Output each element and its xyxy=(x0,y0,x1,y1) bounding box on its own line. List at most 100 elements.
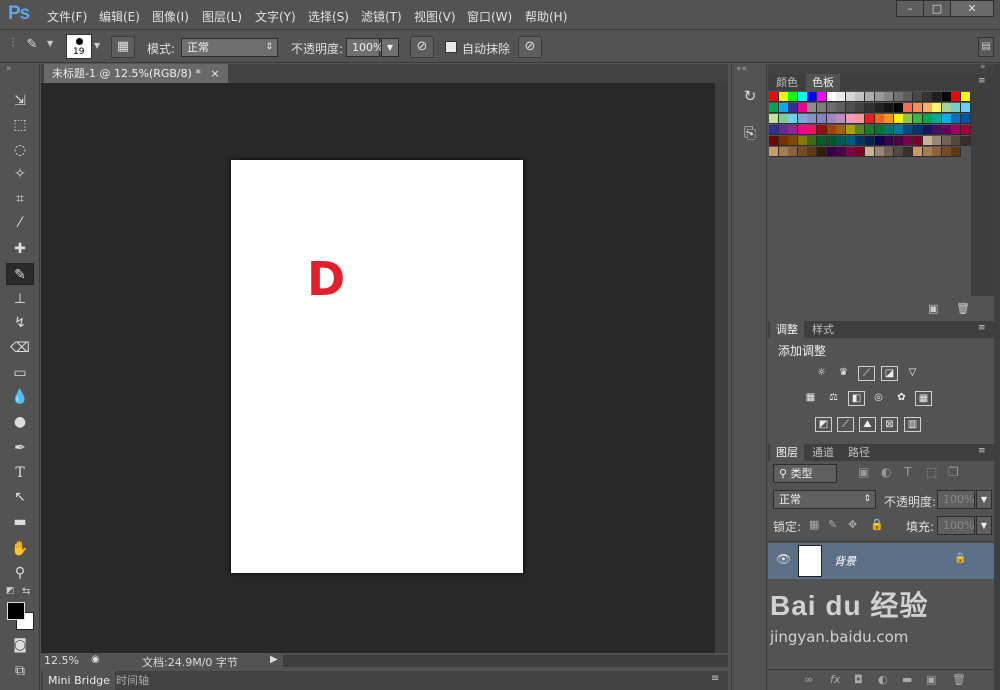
lock-position-icon[interactable]: ✥ xyxy=(848,518,857,531)
color-swatch[interactable] xyxy=(884,103,895,113)
menu-window[interactable]: 窗口(W) xyxy=(467,8,512,25)
color-swatch[interactable] xyxy=(893,136,904,146)
color-swatch[interactable] xyxy=(922,147,933,157)
color-swatch[interactable] xyxy=(941,147,952,157)
menu-view[interactable]: 视图(V) xyxy=(414,8,456,25)
color-swatch[interactable] xyxy=(855,103,866,113)
posterize-icon[interactable]: ⟋ xyxy=(837,417,854,432)
color-swatch[interactable] xyxy=(845,92,856,102)
eraser-tool-icon[interactable]: ⌫ xyxy=(6,337,34,359)
color-swatch[interactable] xyxy=(826,92,837,102)
photo-filter-icon[interactable]: ◎ xyxy=(870,391,887,406)
pressure-size-icon[interactable]: ⊘ xyxy=(518,36,542,58)
airbrush-pressure-icon[interactable]: ⊘ xyxy=(410,36,434,58)
color-swatch[interactable] xyxy=(797,125,808,135)
mode-select[interactable]: 正常 ⇕ xyxy=(181,38,278,57)
tab-layers[interactable]: 图层 xyxy=(770,444,804,461)
tab-channels[interactable]: 通道 xyxy=(806,444,840,461)
color-swatch[interactable] xyxy=(922,103,933,113)
vertical-scrollbar[interactable] xyxy=(715,83,728,653)
color-swatch[interactable] xyxy=(845,136,856,146)
brush-preset-picker[interactable]: 19 xyxy=(66,34,92,59)
auto-erase-checkbox[interactable] xyxy=(445,41,457,53)
foreground-color-swatch[interactable] xyxy=(7,602,25,620)
brush-tool-icon[interactable]: ✎ xyxy=(6,263,34,285)
color-swatch[interactable] xyxy=(865,125,875,135)
color-swatch[interactable] xyxy=(769,103,779,113)
eyedropper-tool-icon[interactable]: ⁄ xyxy=(6,212,34,234)
color-swatch[interactable] xyxy=(817,114,827,124)
color-swatch[interactable] xyxy=(788,103,799,113)
color-swatch[interactable] xyxy=(778,136,789,146)
properties-panel-icon[interactable]: ⎘ xyxy=(737,120,763,146)
color-swatch[interactable] xyxy=(807,147,818,157)
color-lookup-icon[interactable]: ▦ xyxy=(915,391,932,406)
horizontal-scrollbar[interactable] xyxy=(283,655,728,667)
color-swatch[interactable] xyxy=(874,136,885,146)
blend-mode-select[interactable]: 正常 ⇕ xyxy=(773,490,876,509)
color-swatch[interactable] xyxy=(845,103,856,113)
color-swatch[interactable] xyxy=(769,136,779,146)
color-swatch[interactable] xyxy=(941,114,952,124)
menu-type[interactable]: 文字(Y) xyxy=(255,8,296,25)
color-swatch[interactable] xyxy=(951,125,962,135)
color-swatch[interactable] xyxy=(778,125,789,135)
color-swatch[interactable] xyxy=(884,125,895,135)
chevron-down-icon[interactable]: ▼ xyxy=(47,39,53,48)
color-swatch[interactable] xyxy=(826,125,837,135)
tab-paths[interactable]: 路径 xyxy=(842,444,876,461)
minimize-button[interactable]: – xyxy=(896,0,924,17)
levels-icon[interactable]: ♛ xyxy=(835,366,852,381)
panel-menu-icon[interactable]: ≡ xyxy=(978,323,986,333)
color-swatch[interactable] xyxy=(836,103,847,113)
color-swatch[interactable] xyxy=(884,92,895,102)
filter-type-icon[interactable]: T xyxy=(904,465,911,479)
color-swatch[interactable] xyxy=(903,114,914,124)
lock-pixels-icon[interactable]: ✎ xyxy=(828,518,837,531)
chevron-down-icon[interactable]: ▼ xyxy=(94,41,100,50)
hue-saturation-icon[interactable]: ▦ xyxy=(802,391,819,406)
adjustment-layer-icon[interactable]: ◐ xyxy=(878,673,888,686)
new-group-icon[interactable]: ▬ xyxy=(902,673,912,686)
color-swatch[interactable] xyxy=(951,136,962,146)
filter-adjustment-icon[interactable]: ◐ xyxy=(881,465,891,479)
zoom-tool-icon[interactable]: ⚲ xyxy=(6,562,34,584)
color-swatch[interactable] xyxy=(855,114,866,124)
color-swatch[interactable] xyxy=(961,103,971,113)
color-swatch[interactable] xyxy=(884,147,895,157)
color-swatch[interactable] xyxy=(778,147,789,157)
panel-menu-icon[interactable]: ≡ xyxy=(711,673,719,684)
new-swatch-icon[interactable]: ▣ xyxy=(928,302,938,315)
color-swatch[interactable] xyxy=(884,136,895,146)
color-swatch[interactable] xyxy=(788,147,799,157)
color-swatch[interactable] xyxy=(836,147,847,157)
color-swatch[interactable] xyxy=(797,103,808,113)
color-swatch[interactable] xyxy=(874,92,885,102)
layer-name[interactable]: 背景 xyxy=(834,553,856,569)
brightness-icon[interactable]: ☼ xyxy=(813,366,830,381)
opacity-input[interactable]: 100% xyxy=(346,38,383,57)
color-swatch[interactable] xyxy=(845,114,856,124)
color-swatch[interactable] xyxy=(817,147,827,157)
filter-smart-icon[interactable]: ❐ xyxy=(948,465,959,479)
color-swatch[interactable] xyxy=(903,125,914,135)
color-swatch[interactable] xyxy=(778,92,789,102)
fill-input[interactable]: 100% xyxy=(937,516,975,535)
color-balance-icon[interactable]: ⚖ xyxy=(825,391,842,406)
color-swatch[interactable] xyxy=(922,125,933,135)
color-swatch[interactable] xyxy=(932,103,943,113)
color-swatch[interactable] xyxy=(903,103,914,113)
color-swatch[interactable] xyxy=(845,125,856,135)
move-tool-icon[interactable]: ⇲ xyxy=(6,90,34,112)
color-swatch[interactable] xyxy=(874,147,885,157)
color-swatch[interactable] xyxy=(845,147,856,157)
color-swatch[interactable] xyxy=(826,103,837,113)
filter-pixel-icon[interactable]: ▣ xyxy=(858,465,869,479)
gradient-map-icon[interactable]: ▥ xyxy=(904,417,921,432)
color-swatch[interactable] xyxy=(932,114,943,124)
color-swatch[interactable] xyxy=(922,136,933,146)
color-swatch[interactable] xyxy=(817,125,827,135)
color-swatch[interactable] xyxy=(865,147,875,157)
color-swatch[interactable] xyxy=(797,136,808,146)
status-menu-arrow-icon[interactable]: ▶ xyxy=(270,654,278,665)
